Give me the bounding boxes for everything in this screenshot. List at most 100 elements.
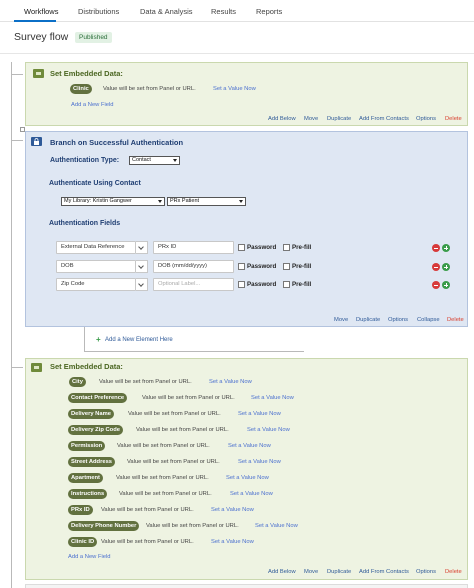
- delete-button[interactable]: Delete: [447, 317, 464, 323]
- add-row-icon[interactable]: [442, 244, 450, 252]
- library-select[interactable]: My Library: Kristin Gangwer: [61, 197, 165, 206]
- prefill-label: Pre-fill: [292, 263, 312, 270]
- add-new-field-link[interactable]: Add a New Field: [71, 102, 114, 108]
- embedded-field-instructions[interactable]: Instructions: [68, 489, 108, 499]
- add-row-icon[interactable]: [442, 281, 450, 289]
- embedded-field-contact-preference[interactable]: Contact Preference: [68, 393, 128, 403]
- add-row-icon[interactable]: [442, 263, 450, 271]
- page-title: Survey flow: [14, 31, 69, 43]
- options-button[interactable]: Options: [416, 116, 436, 122]
- add-new-field-link[interactable]: Add a New Field: [68, 554, 111, 560]
- top-navigation: Workflows Distributions Data & Analysis …: [0, 0, 474, 22]
- password-label: Password: [247, 263, 277, 270]
- chevron-down-icon[interactable]: [136, 260, 148, 273]
- auth-field-select[interactable]: Zip Code: [56, 278, 136, 291]
- contact-list-select[interactable]: PRx Patient: [167, 197, 246, 206]
- set-value-link[interactable]: Set a Value Now: [230, 491, 273, 497]
- auth-type-label: Authentication Type:: [50, 157, 120, 164]
- field-value-text: Value will be set from Panel or URL.: [136, 427, 229, 433]
- header-divider: [0, 53, 474, 54]
- set-value-link[interactable]: Set a Value Now: [213, 86, 256, 92]
- set-value-link[interactable]: Set a Value Now: [251, 395, 294, 401]
- move-button[interactable]: Move: [334, 317, 348, 323]
- set-value-link[interactable]: Set a Value Now: [247, 427, 290, 433]
- tab-data-analysis[interactable]: Data & Analysis: [140, 7, 193, 16]
- embedded-field-delivery-phone-number[interactable]: Delivery Phone Number: [68, 521, 140, 531]
- set-value-link[interactable]: Set a Value Now: [209, 379, 252, 385]
- auth-field-select[interactable]: External Data Reference: [56, 241, 136, 254]
- prefill-label: Pre-fill: [292, 281, 312, 288]
- auth-using-label: Authenticate Using Contact: [49, 180, 141, 187]
- duplicate-button[interactable]: Duplicate: [327, 569, 351, 575]
- tab-results[interactable]: Results: [211, 7, 236, 16]
- embedded-field-delivery-name[interactable]: Delivery Name: [68, 409, 114, 419]
- tab-workflows[interactable]: Workflows: [24, 7, 58, 16]
- delete-button[interactable]: Delete: [445, 116, 462, 122]
- embedded-field-prx-id[interactable]: PRx ID: [68, 505, 93, 515]
- remove-row-icon[interactable]: [432, 244, 440, 252]
- set-value-link[interactable]: Set a Value Now: [226, 475, 269, 481]
- add-new-element-link[interactable]: Add a New Element Here: [105, 337, 173, 343]
- options-button[interactable]: Options: [388, 317, 408, 323]
- embedded-field-delivery-zip-code[interactable]: Delivery Zip Code: [68, 425, 123, 435]
- auth-fields-label: Authentication Fields: [49, 220, 121, 227]
- password-label: Password: [247, 244, 277, 251]
- branch-connector-line: [84, 327, 85, 352]
- embedded-field-permission[interactable]: Permission: [68, 441, 106, 451]
- add-from-contacts-button[interactable]: Add From Contacts: [359, 116, 409, 122]
- field-value-text: Value will be set from Panel or URL.: [128, 411, 221, 417]
- embedded-field-clinic-id[interactable]: Clinic ID: [68, 537, 98, 547]
- field-value-text: Value will be set from Panel or URL.: [119, 491, 212, 497]
- add-from-contacts-button[interactable]: Add From Contacts: [359, 569, 409, 575]
- duplicate-button[interactable]: Duplicate: [327, 116, 351, 122]
- remove-row-icon[interactable]: [432, 281, 440, 289]
- plus-icon[interactable]: +: [96, 335, 101, 344]
- delete-button[interactable]: Delete: [445, 569, 462, 575]
- collapse-button[interactable]: Collapse: [417, 317, 440, 323]
- tab-distributions[interactable]: Distributions: [78, 7, 119, 16]
- add-below-button[interactable]: Add Below: [268, 569, 296, 575]
- embedded-field-street-address[interactable]: Street Address: [68, 457, 116, 467]
- set-value-link[interactable]: Set a Value Now: [228, 443, 271, 449]
- field-value-text: Value will be set from Panel or URL.: [101, 507, 194, 513]
- field-value-text: Value will be set from Panel or URL.: [146, 523, 239, 529]
- set-value-link[interactable]: Set a Value Now: [238, 411, 281, 417]
- embedded-data-icon: [33, 69, 44, 78]
- prefill-checkbox[interactable]: [283, 244, 290, 251]
- set-value-link[interactable]: Set a Value Now: [211, 507, 254, 513]
- duplicate-button[interactable]: Duplicate: [356, 317, 380, 323]
- tab-reports[interactable]: Reports: [256, 7, 282, 16]
- auth-field-select[interactable]: DOB: [56, 260, 136, 273]
- auth-label-input[interactable]: PRx ID: [153, 241, 234, 254]
- remove-row-icon[interactable]: [432, 263, 440, 271]
- password-label: Password: [247, 281, 277, 288]
- set-value-link[interactable]: Set a Value Now: [211, 539, 254, 545]
- set-value-link[interactable]: Set a Value Now: [255, 523, 298, 529]
- options-button[interactable]: Options: [416, 569, 436, 575]
- block-title: Branch on Successful Authentication: [50, 138, 184, 147]
- set-value-link[interactable]: Set a Value Now: [238, 459, 281, 465]
- auth-label-input[interactable]: Optional Label...: [153, 278, 234, 291]
- password-checkbox[interactable]: [238, 281, 245, 288]
- chevron-down-icon[interactable]: [136, 278, 148, 291]
- field-value-text: Value will be set from Panel or URL.: [117, 443, 210, 449]
- embedded-field-apartment[interactable]: Apartment: [68, 473, 103, 483]
- status-badge: Published: [75, 32, 112, 43]
- prefill-label: Pre-fill: [292, 244, 312, 251]
- move-button[interactable]: Move: [304, 116, 318, 122]
- prefill-checkbox[interactable]: [283, 281, 290, 288]
- add-below-button[interactable]: Add Below: [268, 116, 296, 122]
- chevron-down-icon[interactable]: [136, 241, 148, 254]
- prefill-checkbox[interactable]: [283, 263, 290, 270]
- auth-label-input[interactable]: DOB (mm/dd/yyyy): [153, 260, 234, 273]
- field-value-text: Value will be set from Panel or URL.: [116, 475, 209, 481]
- password-checkbox[interactable]: [238, 263, 245, 270]
- move-button[interactable]: Move: [304, 569, 318, 575]
- active-tab-indicator: [14, 20, 56, 22]
- embedded-field-city[interactable]: City: [69, 377, 86, 387]
- password-checkbox[interactable]: [238, 244, 245, 251]
- auth-type-select[interactable]: Contact: [129, 156, 180, 165]
- embedded-field-clinic[interactable]: Clinic: [70, 84, 92, 94]
- next-block: [25, 584, 468, 588]
- field-value-text: Value will be set from Panel or URL.: [127, 459, 220, 465]
